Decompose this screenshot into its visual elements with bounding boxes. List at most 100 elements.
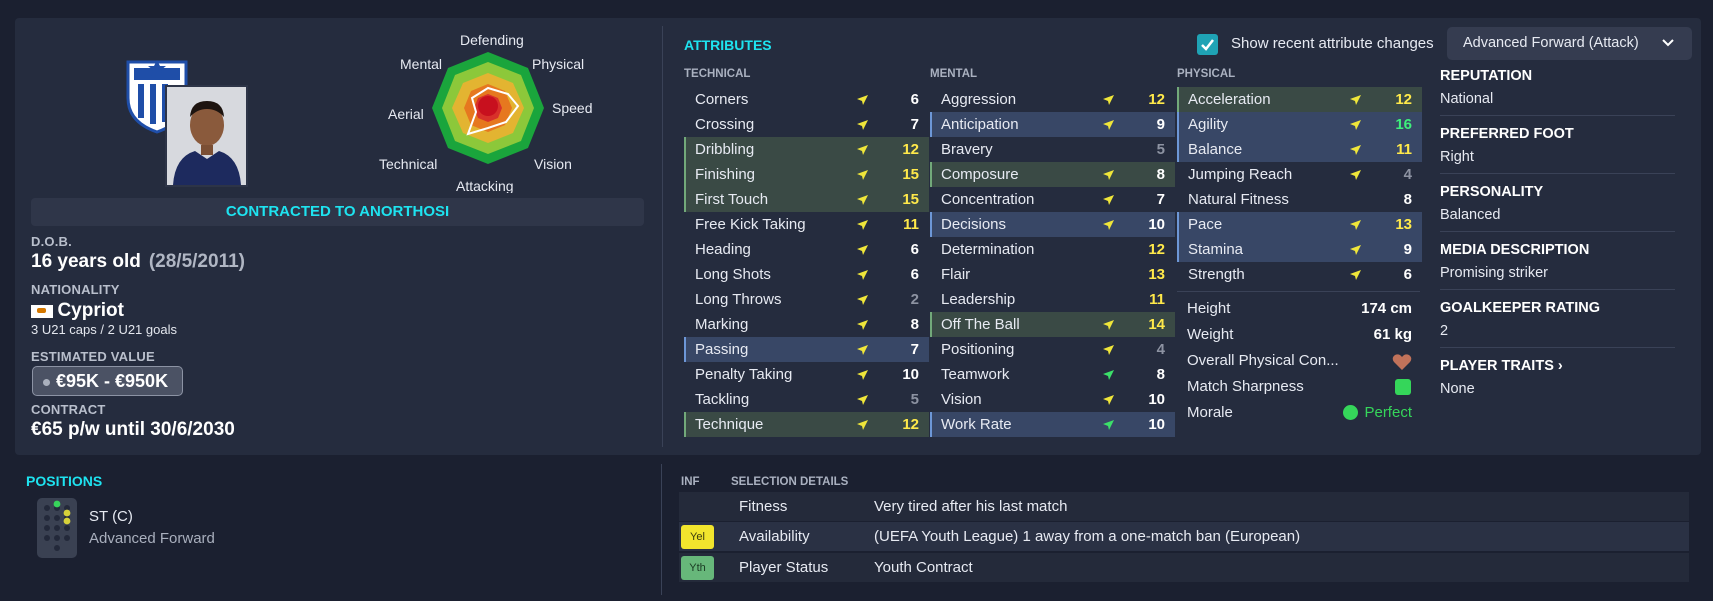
physical-attributes-list: Acceleration 12 Agility 16 Balance 11 Jumping … (1177, 87, 1422, 287)
attribute-trend-arrow-icon (857, 270, 868, 280)
selection-details-header: SELECTION DETAILS (731, 476, 849, 488)
attribute-trend-arrow-icon (857, 295, 868, 305)
condition-row[interactable]: Overall Physical Con... (1187, 349, 1412, 373)
morale-arrow-icon (1343, 404, 1359, 420)
weight-row: Weight 61 kg (1187, 323, 1412, 347)
attribute-row[interactable]: Free Kick Taking 11 (684, 212, 929, 237)
attribute-row[interactable]: Long Throws 2 (684, 287, 929, 312)
mental-header: MENTAL (930, 68, 978, 80)
attribute-value: 10 (1148, 416, 1165, 433)
attribute-row[interactable]: Agility 16 (1177, 112, 1422, 137)
attribute-row[interactable]: First Touch 15 (684, 187, 929, 212)
role-select[interactable]: Advanced Forward (Attack) (1447, 27, 1692, 60)
attribute-name: Agility (1188, 116, 1229, 133)
attribute-value: 6 (1403, 266, 1412, 283)
attribute-name: Aggression (941, 91, 1017, 108)
attribute-name: Acceleration (1188, 91, 1271, 108)
attribute-trend-arrow-icon (1103, 370, 1114, 380)
attribute-name: Finishing (695, 166, 756, 183)
position-role: Advanced Forward (89, 530, 215, 547)
attribute-value: 2 (910, 291, 919, 308)
attribute-name: Decisions (941, 216, 1007, 233)
contract-label: CONTRACT (31, 402, 106, 417)
attribute-row[interactable]: Heading 6 (684, 237, 929, 262)
attribute-row[interactable]: Finishing 15 (684, 162, 929, 187)
player-traits-link[interactable]: PLAYER TRAITS › (1440, 358, 1675, 374)
attribute-value: 12 (902, 141, 919, 158)
attribute-row[interactable]: Technique 12 (684, 412, 929, 437)
attribute-row[interactable]: Pace 13 (1177, 212, 1422, 237)
attribute-row[interactable]: Aggression 12 (930, 87, 1175, 112)
attribute-name: Flair (941, 266, 971, 283)
divider (1440, 115, 1675, 116)
attribute-row[interactable]: Corners 6 (684, 87, 929, 112)
selection-value: Youth Contract (874, 559, 973, 576)
age-text: 16 years old (31, 251, 141, 272)
show-changes-checkbox[interactable] (1197, 34, 1218, 55)
attribute-row[interactable]: Long Shots 6 (684, 262, 929, 287)
attribute-row[interactable]: Concentration 7 (930, 187, 1175, 212)
attribute-trend-arrow-icon (1103, 320, 1114, 330)
sharpness-row[interactable]: Match Sharpness (1187, 375, 1412, 399)
attribute-row[interactable]: Vision 10 (930, 387, 1175, 412)
attribute-row[interactable]: Bravery 5 (930, 137, 1175, 162)
attribute-value: 8 (910, 316, 919, 333)
selection-label: Fitness (739, 498, 788, 515)
attribute-name: Free Kick Taking (695, 216, 806, 233)
attribute-row[interactable]: Stamina 9 (1177, 237, 1422, 262)
technical-header: TECHNICAL (684, 68, 751, 80)
contract-value[interactable]: €65 p/w until 30/6/2030 (31, 419, 235, 441)
attribute-row[interactable]: Flair 13 (930, 262, 1175, 287)
attribute-value: 15 (902, 191, 919, 208)
attribute-value: 5 (910, 391, 919, 408)
attribute-name: Composure (941, 166, 1019, 183)
attribute-trend-arrow-icon (1103, 170, 1114, 180)
attribute-trend-arrow-icon (1103, 195, 1114, 205)
attribute-row[interactable]: Off The Ball 14 (930, 312, 1175, 337)
media-description-label: MEDIA DESCRIPTION (1440, 242, 1590, 258)
attribute-row[interactable]: Decisions 10 (930, 212, 1175, 237)
weight-label: Weight (1187, 326, 1234, 343)
personality-value: Balanced (1440, 207, 1501, 223)
mental-attributes-list: Aggression 12 Anticipation 9 Bravery 5 Composu… (930, 87, 1175, 437)
attribute-name: Natural Fitness (1188, 191, 1289, 208)
attribute-row[interactable]: Anticipation 9 (930, 112, 1175, 137)
attribute-name: Bravery (941, 141, 993, 158)
attribute-row[interactable]: Positioning 4 (930, 337, 1175, 362)
show-changes-label[interactable]: Show recent attribute changes (1231, 35, 1434, 52)
attribute-row[interactable]: Strength 6 (1177, 262, 1422, 287)
attribute-row[interactable]: Jumping Reach 4 (1177, 162, 1422, 187)
attribute-row[interactable]: Dribbling 12 (684, 137, 929, 162)
chevron-right-icon: › (1557, 358, 1563, 374)
condition-label: Overall Physical Con... (1187, 352, 1339, 369)
attribute-row[interactable]: Penalty Taking 10 (684, 362, 929, 387)
morale-row[interactable]: Morale Perfect (1187, 401, 1412, 425)
divider (1440, 347, 1675, 348)
attribute-row[interactable]: Work Rate 10 (930, 412, 1175, 437)
radar-label-technical: Technical (379, 156, 438, 172)
radar-label-speed: Speed (552, 100, 593, 116)
attribute-row[interactable]: Tackling 5 (684, 387, 929, 412)
attribute-name: First Touch (695, 191, 769, 208)
checkmark-icon (1201, 39, 1214, 51)
weight-value: 61 kg (1373, 326, 1412, 343)
height-row: Height 174 cm (1187, 297, 1412, 321)
attribute-row[interactable]: Acceleration 12 (1177, 87, 1422, 112)
position-pitch-icon[interactable] (37, 498, 77, 558)
attribute-row[interactable]: Determination 12 (930, 237, 1175, 262)
contract-banner[interactable]: CONTRACTED TO ANORTHOSI (31, 198, 644, 226)
attribute-row[interactable]: Crossing 7 (684, 112, 929, 137)
attribute-row[interactable]: Composure 8 (930, 162, 1175, 187)
attribute-row[interactable]: Leadership 11 (930, 287, 1175, 312)
attribute-row[interactable]: Passing 7 (684, 337, 929, 362)
attribute-row[interactable]: Balance 11 (1177, 137, 1422, 162)
attribute-row[interactable]: Marking 8 (684, 312, 929, 337)
estimated-value-tag[interactable]: €95K - €950K (32, 366, 184, 396)
radar-label-physical: Physical (532, 56, 585, 72)
nationality-row[interactable]: Cypriot (31, 300, 124, 322)
attribute-value: 4 (1156, 341, 1165, 358)
attribute-row[interactable]: Natural Fitness 8 (1177, 187, 1422, 212)
attribute-name: Vision (941, 391, 982, 408)
attribute-row[interactable]: Teamwork 8 (930, 362, 1175, 387)
sharpness-label: Match Sharpness (1187, 378, 1304, 395)
